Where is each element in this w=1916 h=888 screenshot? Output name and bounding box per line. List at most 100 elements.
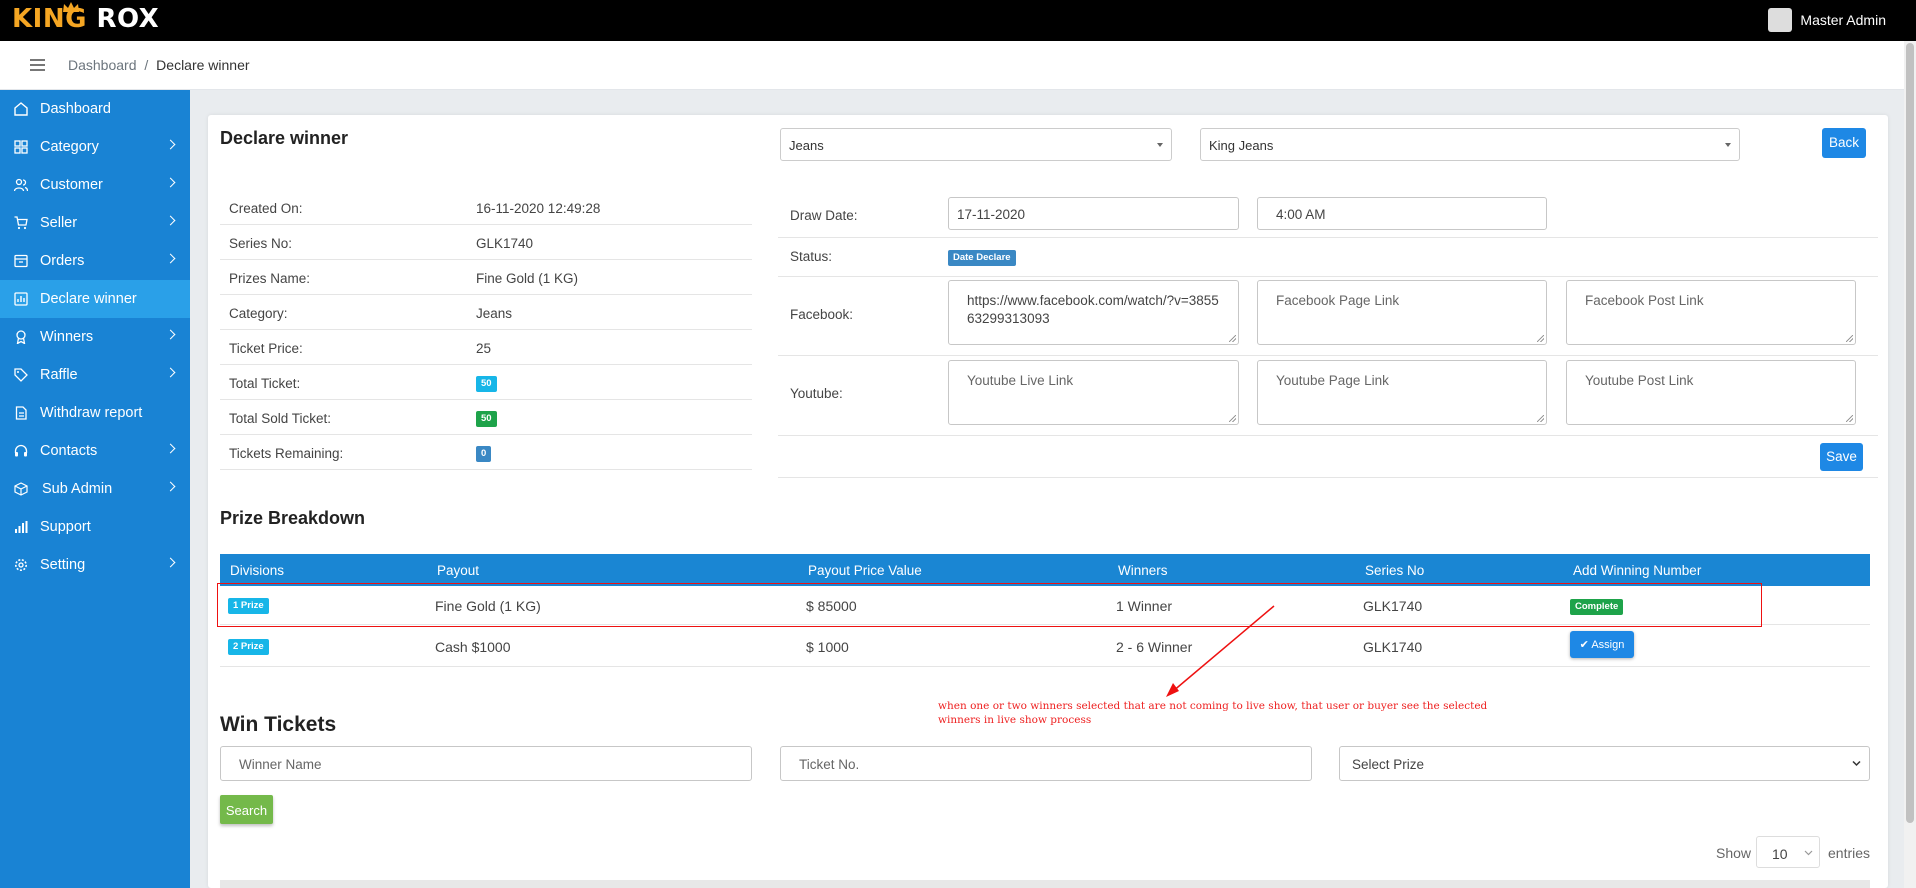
complete-badge: Complete	[1570, 599, 1624, 615]
assign-label: Assign	[1591, 639, 1625, 651]
facebook-post-input[interactable]: Facebook Post Link	[1566, 280, 1856, 345]
facebook-live-value: https://www.facebook.com/watch/?v=385563…	[967, 293, 1219, 326]
total-sold-badge: 50	[476, 411, 497, 427]
division-badge: 2 Prize	[228, 639, 269, 655]
gear-icon	[15, 559, 27, 571]
detail-label: Tickets Remaining:	[229, 446, 344, 461]
ticket-no-input[interactable]: Ticket No.	[780, 746, 1312, 781]
detail-row-series-no: Series No: GLK1740	[220, 225, 752, 260]
save-button[interactable]: Save	[1820, 443, 1863, 471]
remaining-badge: 0	[476, 446, 492, 462]
sidebar-item-label: Dashboard	[40, 101, 111, 117]
resize-grip-icon[interactable]	[1846, 415, 1853, 422]
breadcrumb: Dashboard / Declare winner	[68, 57, 250, 73]
chevron-down-icon	[1852, 760, 1861, 767]
winner-name-input[interactable]: Winner Name	[220, 746, 752, 781]
top-bar: KING ROX Master Admin	[0, 0, 1916, 41]
youtube-post-placeholder: Youtube Post Link	[1585, 373, 1694, 388]
youtube-page-placeholder: Youtube Page Link	[1276, 373, 1389, 388]
sidebar-item-withdraw-report[interactable]: Withdraw report	[0, 394, 190, 432]
status-badge: Date Declare	[948, 250, 1016, 266]
sidebar-item-support[interactable]: Support	[0, 508, 190, 546]
detail-label: Prizes Name:	[229, 271, 311, 286]
col-add-winning-number: Add Winning Number	[1573, 563, 1702, 578]
prize-select[interactable]: Select Prize	[1339, 746, 1870, 781]
sidebar-item-declare-winner[interactable]: Declare winner	[0, 280, 190, 318]
series-cell: GLK1740	[1363, 598, 1423, 614]
cube-icon	[14, 482, 28, 496]
sidebar-item-winners[interactable]: Winners	[0, 318, 190, 356]
resize-grip-icon[interactable]	[1229, 335, 1236, 342]
user-menu[interactable]: Master Admin	[1768, 8, 1886, 32]
sidebar-item-contacts[interactable]: Contacts	[0, 432, 190, 470]
detail-row-remaining: Tickets Remaining: 0	[220, 435, 752, 470]
chevron-right-icon	[165, 177, 176, 188]
page-length-select[interactable]: 10	[1756, 836, 1820, 868]
check-icon: ✔	[1579, 639, 1589, 651]
youtube-post-input[interactable]: Youtube Post Link	[1566, 360, 1856, 425]
sidebar-item-setting[interactable]: Setting	[0, 546, 190, 584]
youtube-page-input[interactable]: Youtube Page Link	[1257, 360, 1547, 425]
facebook-live-input[interactable]: https://www.facebook.com/watch/?v=385563…	[948, 280, 1239, 345]
chevron-right-icon	[165, 215, 176, 226]
chart-icon	[14, 292, 28, 306]
scrollbar-thumb[interactable]	[1906, 43, 1914, 823]
category-select[interactable]: Jeans	[780, 128, 1172, 161]
youtube-live-input[interactable]: Youtube Live Link	[948, 360, 1239, 425]
sidebar-item-orders[interactable]: Orders	[0, 242, 190, 280]
facebook-page-input[interactable]: Facebook Page Link	[1257, 280, 1547, 345]
chevron-right-icon	[165, 253, 176, 264]
table-top-edge	[220, 880, 1870, 888]
table-row: 2 Prize Cash $1000 $ 1000 2 - 6 Winner G…	[220, 625, 1870, 667]
page-scrollbar[interactable]	[1904, 41, 1916, 888]
product-select-value: King Jeans	[1209, 138, 1274, 153]
sidebar-item-category[interactable]: Category	[0, 128, 190, 166]
save-row: Save	[778, 436, 1878, 478]
youtube-live-placeholder: Youtube Live Link	[967, 373, 1074, 388]
grid-icon	[14, 140, 28, 154]
detail-row-total-sold: Total Sold Ticket: 50	[220, 400, 752, 435]
menu-toggle-icon[interactable]	[30, 59, 45, 71]
facebook-post-placeholder: Facebook Post Link	[1585, 293, 1704, 308]
category-select-value: Jeans	[789, 138, 824, 153]
youtube-label: Youtube:	[790, 386, 843, 401]
assign-button[interactable]: ✔ Assign	[1570, 631, 1634, 658]
headset-icon	[14, 444, 28, 457]
sidebar-item-label: Category	[40, 139, 99, 155]
sidebar-item-label: Declare winner	[40, 291, 137, 307]
sidebar-item-label: Orders	[40, 253, 85, 269]
detail-row-category: Category: Jeans	[220, 295, 752, 330]
detail-row-ticket-price: Ticket Price: 25	[220, 330, 752, 365]
sidebar-item-sub-admin[interactable]: Sub Admin	[0, 470, 190, 508]
breadcrumb-root[interactable]: Dashboard	[68, 57, 137, 73]
col-payout: Payout	[437, 563, 480, 578]
page-length-value: 10	[1772, 846, 1788, 862]
detail-row-created-on: Created On: 16-11-2020 12:49:28	[220, 190, 752, 225]
detail-value: Fine Gold (1 KG)	[476, 271, 579, 286]
sidebar-item-customer[interactable]: Customer	[0, 166, 190, 204]
product-select[interactable]: King Jeans	[1200, 128, 1740, 161]
sidebar-item-raffle[interactable]: Raffle	[0, 356, 190, 394]
total-ticket-badge: 50	[476, 376, 497, 392]
entries-label: entries	[1828, 845, 1871, 861]
resize-grip-icon[interactable]	[1537, 415, 1544, 422]
prize-table-header: Divisions Payout Payout Price Value Winn…	[220, 554, 1870, 586]
win-tickets-title: Win Tickets	[220, 713, 337, 736]
resize-grip-icon[interactable]	[1229, 415, 1236, 422]
chevron-right-icon	[165, 139, 176, 150]
detail-label: Ticket Price:	[229, 341, 303, 356]
status-row: Status: Date Declare	[778, 238, 1878, 277]
bars-icon	[15, 521, 28, 533]
search-button[interactable]: Search	[220, 795, 273, 824]
draw-time-input[interactable]: 4:00 AM	[1257, 197, 1547, 230]
brand-logo[interactable]: KING ROX	[12, 4, 159, 34]
col-series-no: Series No	[1365, 563, 1425, 578]
sidebar-item-seller[interactable]: Seller	[0, 204, 190, 242]
col-winners: Winners	[1118, 563, 1168, 578]
sidebar-item-dashboard[interactable]: Dashboard	[0, 90, 190, 128]
draw-date-input[interactable]: 17-11-2020	[948, 197, 1239, 230]
resize-grip-icon[interactable]	[1846, 335, 1853, 342]
detail-value: 16-11-2020 12:49:28	[476, 201, 601, 216]
resize-grip-icon[interactable]	[1537, 335, 1544, 342]
back-button[interactable]: Back	[1822, 128, 1866, 158]
